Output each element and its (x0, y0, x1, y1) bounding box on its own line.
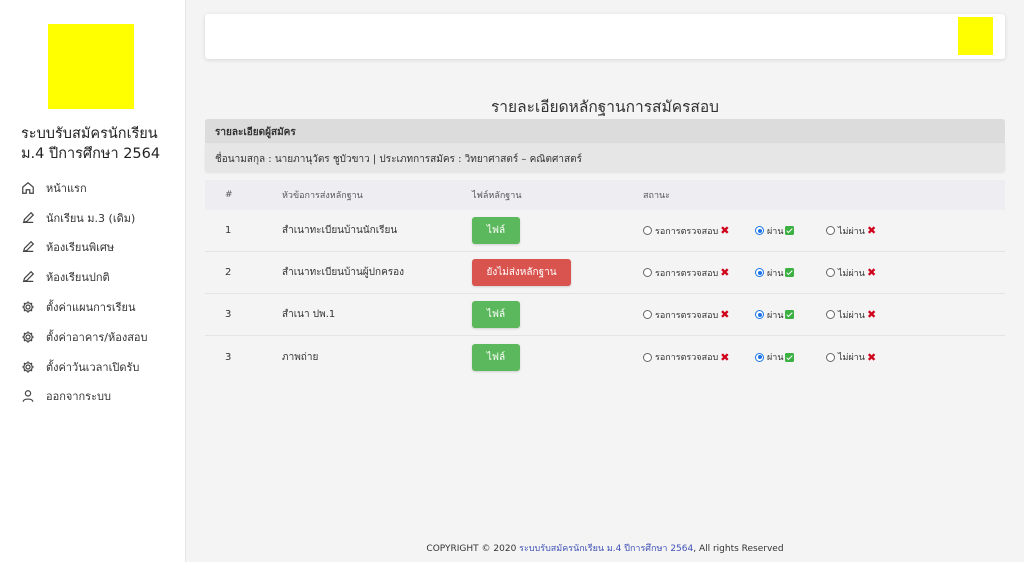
sidebar-item-label: นักเรียน ม.3 (เดิม) (46, 211, 136, 225)
sidebar-item-label: ห้องเรียนพิเศษ (46, 241, 115, 255)
missing-evidence-button[interactable]: ยังไม่ส่งหลักฐาน (472, 259, 571, 286)
pencil-icon (21, 211, 35, 225)
table-header: # หัวข้อการส่งหลักฐาน ไฟล์หลักฐาน สถานะ (205, 180, 1005, 210)
cross-icon: ✖ (720, 308, 730, 321)
radio-icon (826, 226, 835, 235)
radio-icon (755, 226, 764, 235)
check-icon (785, 226, 795, 235)
cross-icon: ✖ (866, 350, 877, 364)
radio-icon (826, 352, 835, 362)
status-options: รอการตรวจสอบ ✖ ผ่าน ไม่ผ่าน ✖ (643, 266, 1005, 280)
status-options: รอการตรวจสอบ ✖ ผ่าน ไม่ผ่าน ✖ (643, 350, 1005, 364)
cross-icon: ✖ (866, 308, 877, 321)
radio-icon (826, 310, 835, 319)
file-button[interactable]: ไฟล์ (472, 301, 520, 328)
status-pass-radio[interactable]: ผ่าน (755, 350, 826, 364)
column-header-number: # (225, 190, 233, 200)
page-title: รายละเอียดหลักฐานการสมัครสอบ (490, 98, 720, 116)
status-fail-radio[interactable]: ไม่ผ่าน ✖ (826, 224, 876, 238)
footer-link[interactable]: ระบบรับสมัครนักเรียน ม.4 ปีการศึกษา 2564 (519, 544, 693, 554)
avatar[interactable] (958, 17, 993, 55)
sidebar-item-building-settings[interactable]: ตั้งค่าอาคาร/ห้องสอบ (0, 322, 186, 352)
sidebar-item-label: ตั้งค่าอาคาร/ห้องสอบ (46, 330, 148, 344)
gear-icon (21, 330, 35, 344)
radio-icon (755, 310, 764, 319)
radio-icon (643, 226, 652, 235)
sidebar-item-home[interactable]: หน้าแรก (0, 173, 186, 203)
status-pending-radio[interactable]: รอการตรวจสอบ ✖ (643, 266, 755, 280)
footer: COPYRIGHT © 2020 ระบบรับสมัครนักเรียน ม.… (186, 541, 1024, 555)
radio-icon (643, 310, 652, 319)
table-row: 3 ภาพถ่าย ไฟล์ รอการตรวจสอบ ✖ ผ่าน ไม่ผ่า… (205, 336, 1005, 378)
row-number: 1 (225, 225, 232, 236)
cross-icon: ✖ (720, 350, 730, 364)
status-pass-radio[interactable]: ผ่าน (755, 224, 826, 238)
sidebar-item-logout[interactable]: ออกจากระบบ (0, 382, 186, 412)
status-options: รอการตรวจสอบ ✖ ผ่าน ไม่ผ่าน ✖ (643, 224, 1005, 238)
row-topic: ภาพถ่าย (282, 351, 319, 363)
status-fail-radio[interactable]: ไม่ผ่าน ✖ (826, 308, 876, 322)
logo (48, 24, 134, 109)
sidebar-item-label: ห้องเรียนปกติ (46, 271, 110, 285)
radio-icon (643, 268, 652, 277)
status-pending-radio[interactable]: รอการตรวจสอบ ✖ (643, 308, 755, 322)
row-topic: สำเนาทะเบียนบ้านผู้ปกครอง (282, 267, 405, 278)
radio-icon (826, 268, 835, 277)
sidebar: ระบบรับสมัครนักเรียน ม.4 ปีการศึกษา 2564… (0, 0, 186, 562)
gear-icon (21, 360, 35, 374)
status-fail-radio[interactable]: ไม่ผ่าน ✖ (826, 350, 876, 364)
sidebar-item-regular-class[interactable]: ห้องเรียนปกติ (0, 262, 186, 292)
sidebar-item-label: ตั้งค่าวันเวลาเปิดรับ (46, 360, 140, 374)
radio-icon (755, 352, 764, 362)
sidebar-nav: หน้าแรก นักเรียน ม.3 (เดิม) ห้องเรียนพิเ… (0, 173, 186, 411)
sidebar-item-label: ตั้งค่าแผนการเรียน (46, 301, 136, 315)
evidence-table: # หัวข้อการส่งหลักฐาน ไฟล์หลักฐาน สถานะ … (205, 180, 1005, 378)
user-icon (21, 389, 35, 403)
sidebar-item-label: หน้าแรก (46, 181, 87, 195)
status-pass-radio[interactable]: ผ่าน (755, 308, 826, 322)
status-pass-radio[interactable]: ผ่าน (755, 266, 826, 280)
row-number: 3 (225, 351, 232, 363)
file-button[interactable]: ไฟล์ (472, 217, 520, 244)
pencil-icon (21, 270, 35, 284)
home-icon (21, 181, 35, 195)
gear-icon (21, 300, 35, 314)
radio-icon (755, 268, 764, 277)
app-title: ระบบรับสมัครนักเรียน ม.4 ปีการศึกษา 2564 (21, 126, 161, 162)
status-options: รอการตรวจสอบ ✖ ผ่าน ไม่ผ่าน ✖ (643, 308, 1005, 322)
pencil-icon (21, 240, 35, 254)
check-icon (785, 352, 795, 362)
status-pending-radio[interactable]: รอการตรวจสอบ ✖ (643, 350, 755, 364)
column-header-file: ไฟล์หลักฐาน (472, 191, 522, 201)
sidebar-item-m3-students[interactable]: นักเรียน ม.3 (เดิม) (0, 203, 186, 233)
sidebar-item-label: ออกจากระบบ (46, 390, 111, 404)
cross-icon: ✖ (720, 266, 730, 279)
row-topic: สำเนา ปพ.1 (282, 309, 336, 320)
sidebar-item-special-class[interactable]: ห้องเรียนพิเศษ (0, 233, 186, 263)
cross-icon: ✖ (720, 224, 730, 237)
sidebar-item-study-plan-settings[interactable]: ตั้งค่าแผนการเรียน (0, 292, 186, 322)
status-pending-radio[interactable]: รอการตรวจสอบ ✖ (643, 224, 755, 238)
table-row: 3 สำเนา ปพ.1 ไฟล์ รอการตรวจสอบ ✖ ผ่าน ไม่… (205, 294, 1005, 336)
footer-copyright: COPYRIGHT © 2020 (426, 544, 520, 554)
applicant-card-header: รายละเอียดผู้สมัคร (205, 119, 1005, 143)
table-row: 2 สำเนาทะเบียนบ้านผู้ปกครอง ยังไม่ส่งหลั… (205, 252, 1005, 294)
sidebar-item-schedule-settings[interactable]: ตั้งค่าวันเวลาเปิดรับ (0, 352, 186, 382)
row-number: 2 (225, 267, 232, 278)
file-button[interactable]: ไฟล์ (472, 343, 520, 371)
table-row: 1 สำเนาทะเบียนบ้านนักเรียน ไฟล์ รอการตรว… (205, 210, 1005, 252)
radio-icon (643, 352, 652, 362)
column-header-topic: หัวข้อการส่งหลักฐาน (282, 191, 363, 201)
applicant-info: ชื่อนามสกุล : นายภานุวัตร ชูบัวขาว | ประ… (205, 143, 1005, 172)
status-fail-radio[interactable]: ไม่ผ่าน ✖ (826, 266, 876, 280)
footer-rights: , All rights Reserved (693, 544, 784, 554)
check-icon (785, 268, 795, 277)
cross-icon: ✖ (866, 224, 877, 237)
column-header-status: สถานะ (643, 191, 670, 201)
top-bar (205, 14, 1005, 59)
row-topic: สำเนาทะเบียนบ้านนักเรียน (282, 225, 398, 236)
check-icon (785, 310, 795, 319)
row-number: 3 (225, 309, 232, 320)
cross-icon: ✖ (866, 266, 877, 279)
